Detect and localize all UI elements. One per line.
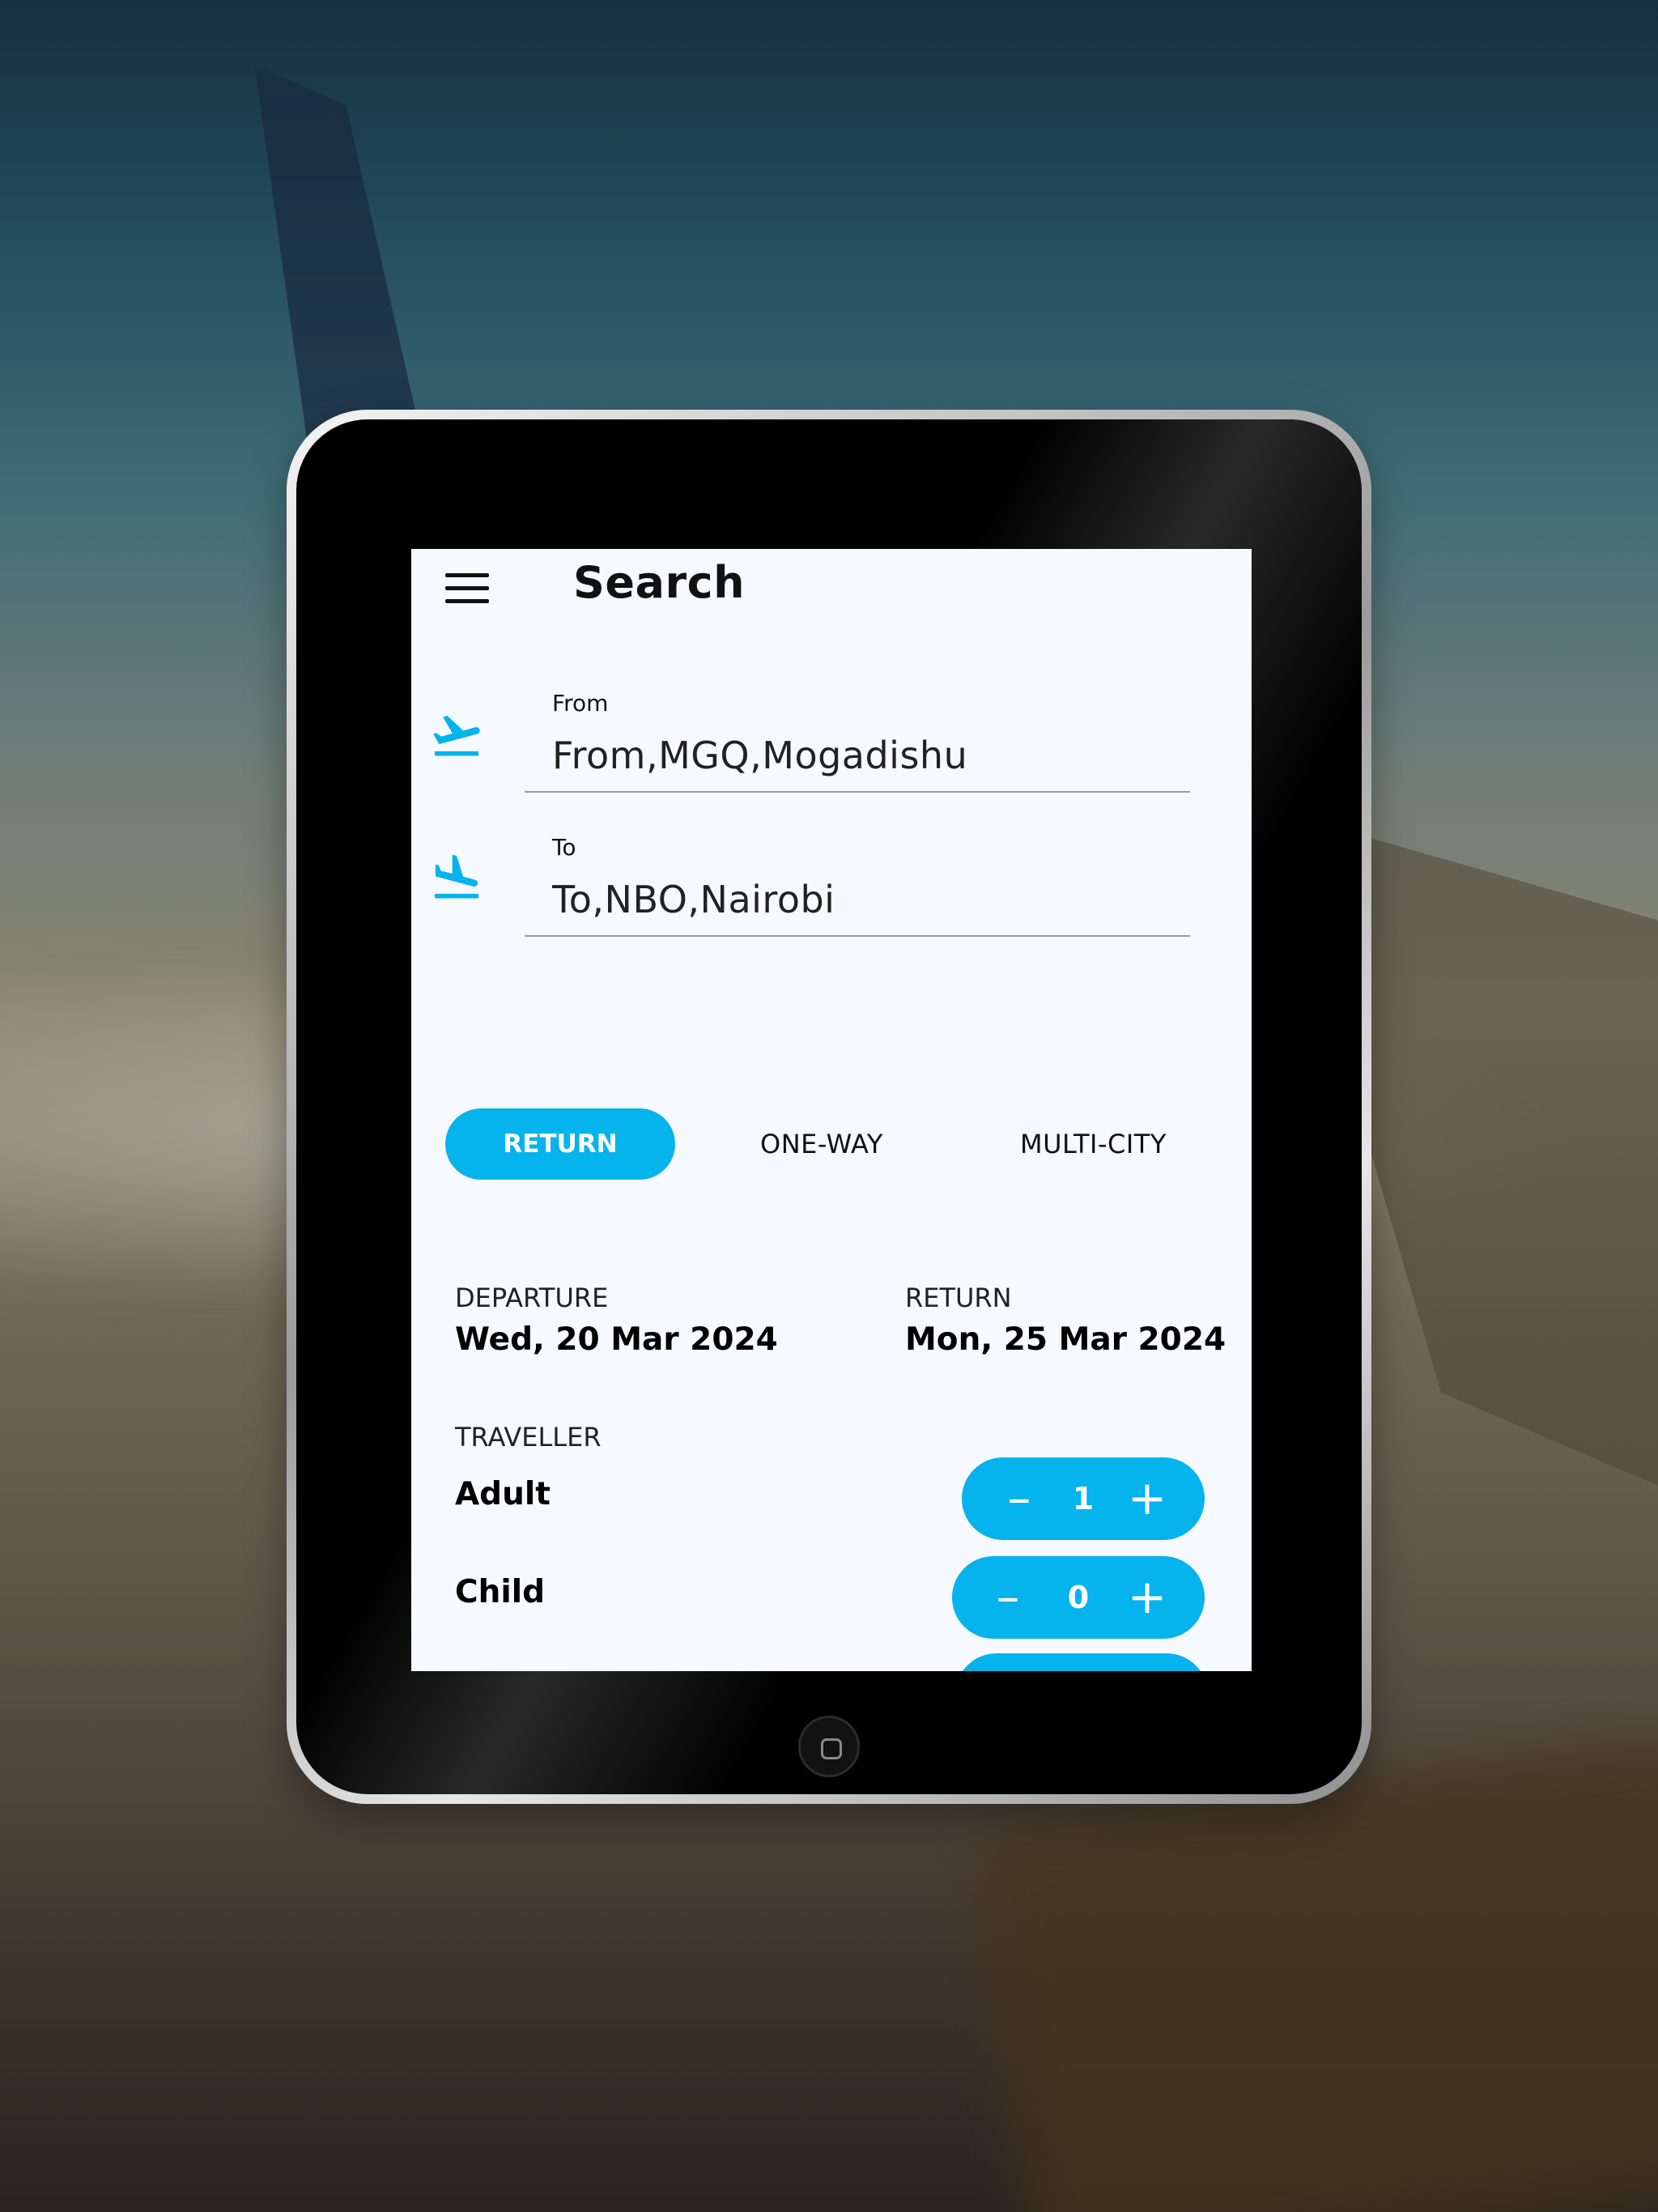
trip-type-one-way-button[interactable]: ONE-WAY xyxy=(760,1108,883,1180)
home-button[interactable] xyxy=(798,1716,860,1777)
adult-count: 1 xyxy=(1072,1481,1095,1516)
minus-icon[interactable]: – xyxy=(971,1556,1044,1639)
return-date-value[interactable]: Mon, 25 Mar 2024 xyxy=(905,1321,1226,1358)
trip-type-multi-city-button[interactable]: MULTI-CITY xyxy=(1020,1108,1167,1180)
child-label: Child xyxy=(455,1574,546,1610)
page-title: Search xyxy=(573,557,746,608)
to-field[interactable] xyxy=(552,874,1200,925)
from-underline xyxy=(525,791,1190,793)
app-screen: Search From To RETURN ONE-WAY MULTI-CITY… xyxy=(411,549,1252,1671)
to-underline xyxy=(525,935,1190,937)
from-field[interactable] xyxy=(552,730,1200,781)
child-count: 0 xyxy=(1067,1580,1090,1615)
flight-land-icon xyxy=(435,854,478,899)
return-date-label: RETURN xyxy=(905,1283,1012,1313)
next-stepper-partial[interactable] xyxy=(955,1653,1208,1671)
flight-takeoff-icon xyxy=(433,716,480,756)
adult-label: Adult xyxy=(455,1476,551,1512)
adult-stepper: – 1 + xyxy=(962,1457,1205,1540)
to-label: To xyxy=(552,834,576,861)
hamburger-menu-icon[interactable] xyxy=(445,572,491,606)
departure-date-value[interactable]: Wed, 20 Mar 2024 xyxy=(455,1321,778,1358)
from-label: From xyxy=(552,690,609,717)
trip-type-return-button[interactable]: RETURN xyxy=(445,1108,675,1180)
child-stepper: – 0 + xyxy=(952,1556,1205,1639)
home-button-icon xyxy=(821,1738,842,1759)
traveller-label: TRAVELLER xyxy=(455,1422,602,1453)
plus-icon[interactable]: + xyxy=(1111,1556,1184,1639)
blurred-engine xyxy=(976,1733,1658,2212)
minus-icon[interactable]: – xyxy=(983,1457,1056,1540)
plus-icon[interactable]: + xyxy=(1111,1457,1184,1540)
departure-date-label: DEPARTURE xyxy=(455,1283,609,1313)
